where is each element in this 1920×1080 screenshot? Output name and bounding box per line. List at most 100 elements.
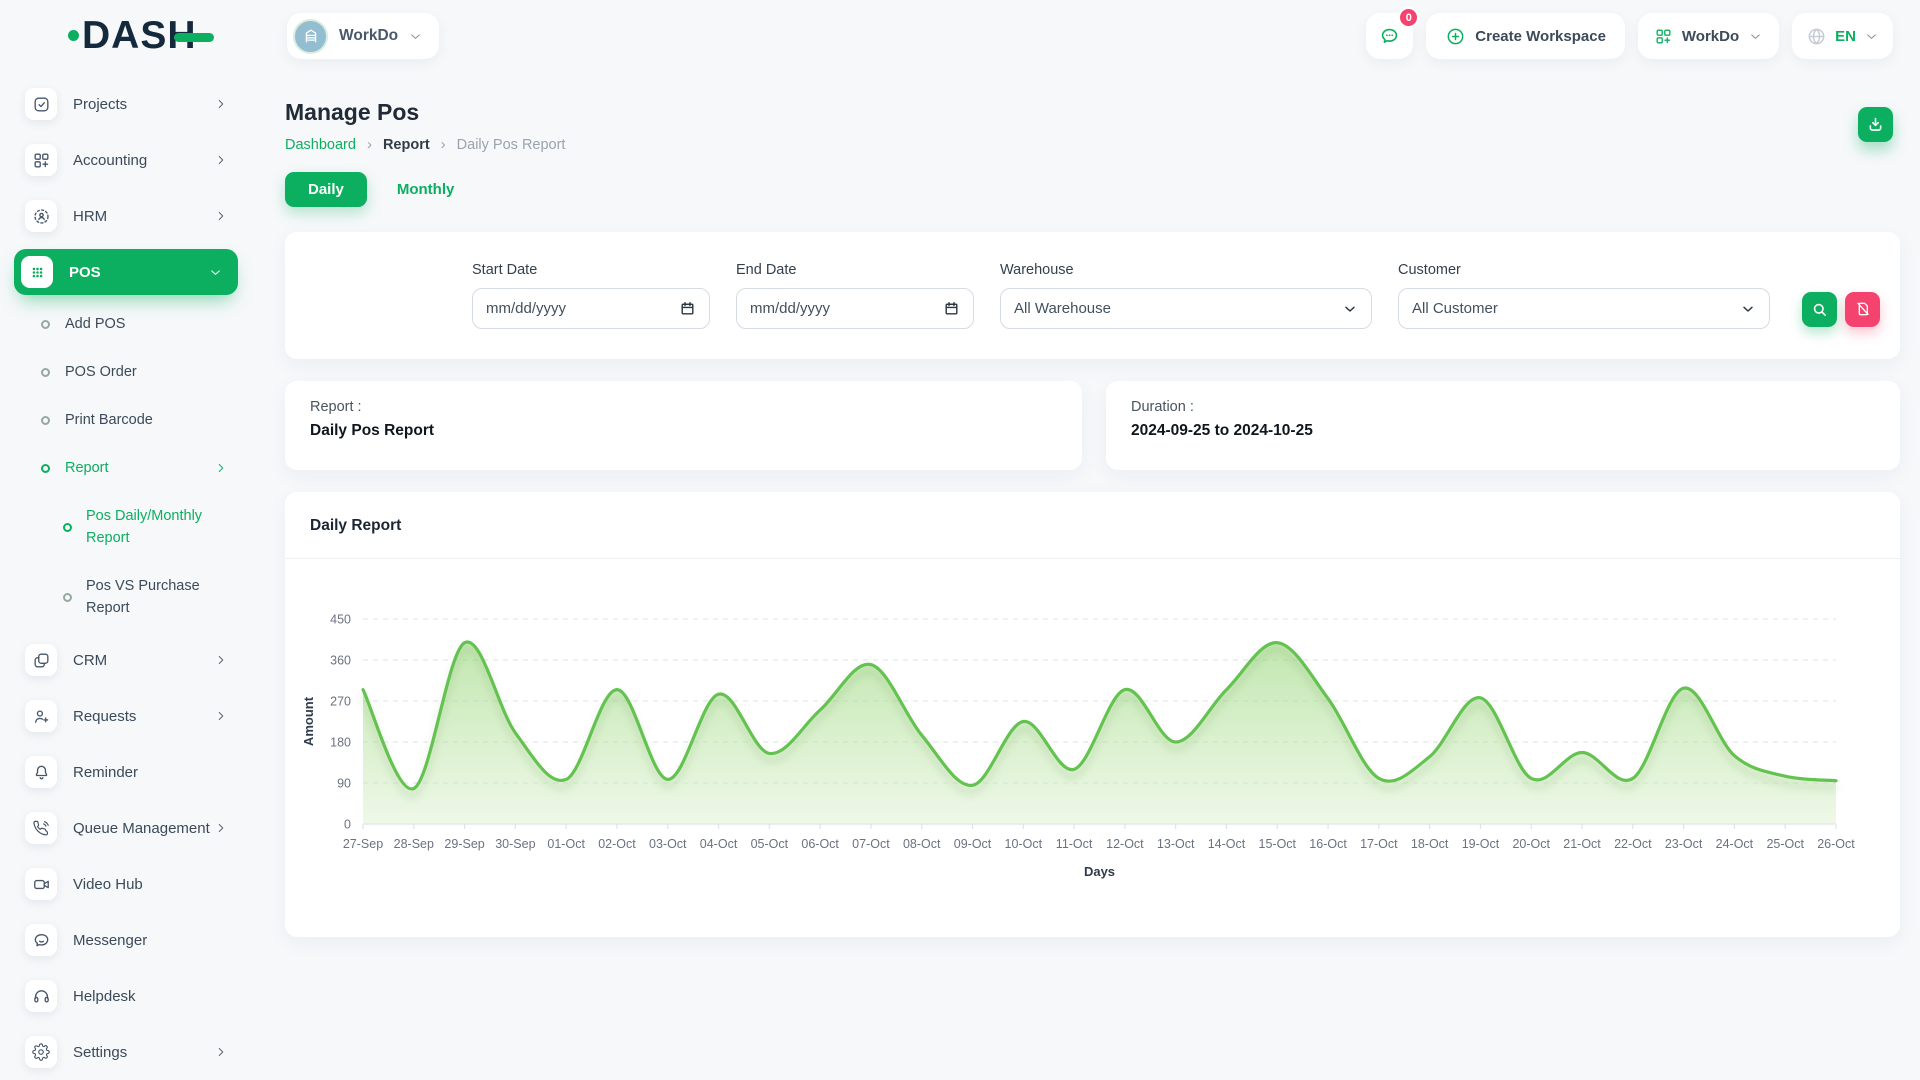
grid-plus-icon: [1654, 27, 1673, 46]
sidebar-item-projects[interactable]: Projects: [0, 76, 252, 132]
sidebar-item-pos-daily-monthly-report[interactable]: Pos Daily/Monthly Report: [0, 492, 252, 562]
sidebar-item-report[interactable]: Report: [0, 444, 252, 492]
notification-badge: 0: [1398, 7, 1419, 28]
duration-summary-value: 2024-09-25 to 2024-10-25: [1131, 422, 1875, 440]
sidebar-item-pos-wrap: POS: [0, 244, 252, 300]
sidebar-item-pos[interactable]: POS: [14, 249, 238, 295]
filter-card: Start Date mm/dd/yyyy End Date mm/dd/yyy…: [285, 232, 1900, 359]
customer-field: Customer All Customer: [1398, 262, 1770, 329]
language-code: EN: [1835, 28, 1856, 45]
sidebar-item-reminder[interactable]: Reminder: [0, 744, 252, 800]
account-menu-label: WorkDo: [1682, 28, 1739, 45]
search-icon: [1811, 301, 1828, 318]
apply-filter-button[interactable]: [1802, 292, 1837, 327]
globe-icon: [1806, 26, 1827, 47]
warehouse-field: Warehouse All Warehouse: [1000, 262, 1372, 329]
chat-bubble-icon: [1378, 25, 1401, 48]
svg-text:18-Oct: 18-Oct: [1411, 837, 1449, 851]
chevron-right-icon: [214, 821, 228, 835]
chevron-down-icon: [208, 265, 223, 280]
account-menu-button[interactable]: WorkDo: [1638, 13, 1779, 59]
app-logo: DASH: [68, 16, 214, 55]
start-date-input[interactable]: mm/dd/yyyy: [472, 288, 710, 329]
sidebar-item-helpdesk[interactable]: Helpdesk: [0, 968, 252, 1024]
bullet-icon: [63, 523, 72, 532]
svg-text:05-Oct: 05-Oct: [751, 837, 789, 851]
create-workspace-button[interactable]: Create Workspace: [1426, 13, 1625, 59]
reset-filter-button[interactable]: [1845, 292, 1880, 327]
end-date-input[interactable]: mm/dd/yyyy: [736, 288, 974, 329]
svg-text:20-Oct: 20-Oct: [1512, 837, 1550, 851]
sidebar-item-video-hub[interactable]: Video Hub: [0, 856, 252, 912]
bullet-icon: [63, 593, 72, 602]
sidebar-item-print-barcode[interactable]: Print Barcode: [0, 396, 252, 444]
sidebar-item-hrm[interactable]: HRM: [0, 188, 252, 244]
bullet-icon: [41, 416, 50, 425]
svg-text:270: 270: [330, 695, 351, 709]
workspace-switcher[interactable]: WorkDo: [287, 13, 439, 59]
breadcrumb-separator: ›: [367, 136, 372, 153]
svg-text:26-Oct: 26-Oct: [1817, 837, 1855, 851]
svg-text:03-Oct: 03-Oct: [649, 837, 687, 851]
language-selector[interactable]: EN: [1792, 13, 1893, 59]
main-content: Manage Pos Dashboard › Report › Daily Po…: [285, 72, 1900, 937]
svg-text:24-Oct: 24-Oct: [1716, 837, 1754, 851]
tab-monthly[interactable]: Monthly: [397, 181, 455, 198]
svg-text:21-Oct: 21-Oct: [1563, 837, 1601, 851]
svg-text:19-Oct: 19-Oct: [1462, 837, 1500, 851]
clear-filter-icon: [1855, 301, 1871, 317]
calendar-icon: [679, 300, 696, 317]
sidebar-item-accounting[interactable]: Accounting: [0, 132, 252, 188]
logo-dot-icon: [68, 30, 79, 41]
chevron-down-icon: [1740, 301, 1756, 317]
building-icon: [301, 26, 321, 46]
pos-icon: [21, 256, 53, 288]
report-summary-value: Daily Pos Report: [310, 422, 1057, 440]
chevron-right-icon: [214, 1045, 228, 1059]
chevron-down-icon: [408, 29, 423, 44]
chevron-right-icon: [214, 709, 228, 723]
svg-text:450: 450: [330, 613, 351, 627]
tab-daily[interactable]: Daily: [285, 172, 367, 207]
svg-text:10-Oct: 10-Oct: [1005, 837, 1043, 851]
workspace-avatar: [293, 19, 328, 54]
daily-report-chart: 45036027018090027-Sep28-Sep29-Sep30-Sep0…: [285, 559, 1900, 898]
customer-select[interactable]: All Customer: [1398, 288, 1770, 329]
svg-text:04-Oct: 04-Oct: [700, 837, 738, 851]
sidebar-item-pos-order[interactable]: POS Order: [0, 348, 252, 396]
breadcrumb: Dashboard › Report › Daily Pos Report: [285, 136, 1900, 153]
sidebar-item-queue-management[interactable]: Queue Management: [0, 800, 252, 856]
report-summary-card: Report : Daily Pos Report: [285, 381, 1082, 470]
sidebar-item-add-pos[interactable]: Add POS: [0, 300, 252, 348]
video-camera-icon: [25, 868, 57, 900]
svg-text:16-Oct: 16-Oct: [1309, 837, 1347, 851]
notifications-button[interactable]: 0: [1366, 13, 1413, 59]
svg-text:90: 90: [337, 777, 351, 791]
messenger-icon: [25, 924, 57, 956]
sidebar-item-messenger[interactable]: Messenger: [0, 912, 252, 968]
sidebar-item-settings[interactable]: Settings: [0, 1024, 252, 1080]
chevron-right-icon: [214, 461, 228, 475]
workspace-name: WorkDo: [339, 27, 398, 45]
svg-text:07-Oct: 07-Oct: [852, 837, 890, 851]
header: DASH WorkDo 0 Create Workspace WorkDo EN: [0, 0, 1920, 72]
chevron-down-icon: [1864, 29, 1879, 44]
sidebar-item-pos-vs-purchase-report[interactable]: Pos VS Purchase Report: [0, 562, 252, 632]
warehouse-select[interactable]: All Warehouse: [1000, 288, 1372, 329]
svg-text:14-Oct: 14-Oct: [1208, 837, 1246, 851]
gear-icon: [25, 1036, 57, 1068]
sidebar-item-requests[interactable]: Requests: [0, 688, 252, 744]
daily-report-card: Daily Report 45036027018090027-Sep28-Sep…: [285, 492, 1900, 937]
svg-text:27-Sep: 27-Sep: [343, 837, 383, 851]
sidebar-item-crm[interactable]: CRM: [0, 632, 252, 688]
svg-text:17-Oct: 17-Oct: [1360, 837, 1398, 851]
bell-icon: [25, 756, 57, 788]
end-date-label: End Date: [736, 262, 974, 278]
breadcrumb-dashboard[interactable]: Dashboard: [285, 137, 356, 153]
breadcrumb-report[interactable]: Report: [383, 137, 430, 153]
duration-summary-label: Duration :: [1131, 399, 1875, 415]
start-date-field: Start Date mm/dd/yyyy: [472, 262, 710, 329]
download-button[interactable]: [1858, 107, 1893, 142]
svg-text:02-Oct: 02-Oct: [598, 837, 636, 851]
sidebar: Projects Accounting HRM POS Add POS POS …: [0, 72, 252, 1080]
